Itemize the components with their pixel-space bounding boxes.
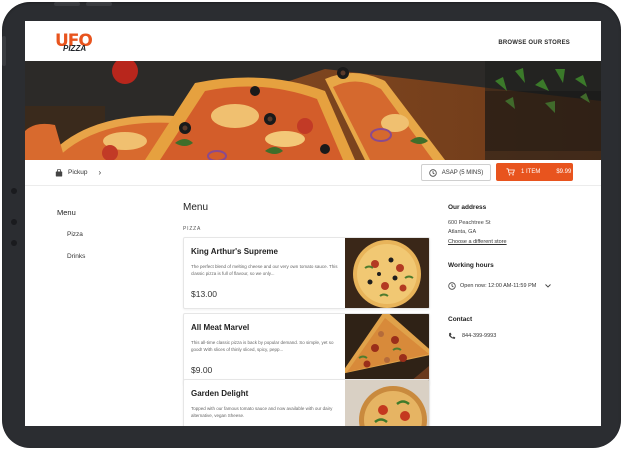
hours-text: Open now: 12:00 AM-11:59 PM (460, 283, 537, 289)
clock-icon (429, 168, 437, 177)
app-screen: UFO PIZZA BROWSE OUR STORES Pickup › ASA… (25, 21, 601, 426)
menu-item-description: This all-time classic pizza is back by p… (191, 340, 334, 352)
meat-pizza-photo (345, 314, 429, 384)
contact-title: Contact (448, 316, 473, 323)
menu-item-card[interactable]: King Arthur's Supreme The perfect blend … (183, 237, 430, 309)
menu-item-name: King Arthur's Supreme (191, 247, 278, 256)
menu-item-card[interactable]: Garden Delight Topped with our famous to… (183, 379, 430, 426)
address-line2: Atlanta, GA (448, 229, 477, 235)
pickup-label: Pickup (68, 169, 88, 176)
bag-icon (55, 168, 63, 176)
volume-button (86, 2, 112, 6)
garden-pizza-photo (345, 380, 429, 426)
cart-button[interactable]: 1 ITEM $9.99 (496, 163, 573, 181)
menu-item-description: The perfect blend of melting cheese and … (191, 264, 338, 276)
power-button (2, 36, 6, 66)
clock-icon (448, 282, 456, 290)
supreme-pizza-photo (345, 238, 429, 308)
hours-dropdown[interactable]: Open now: 12:00 AM-11:59 PM (448, 282, 552, 290)
sidebar-item-drinks[interactable]: Drinks (67, 253, 85, 260)
pickup-selector[interactable]: Pickup › (55, 168, 101, 177)
menu-item-name: All Meat Marvel (191, 323, 250, 332)
cart-icon (506, 168, 515, 176)
sensor-icon (11, 240, 17, 246)
menu-item-price: $13.00 (191, 289, 217, 299)
menu-item-name: Garden Delight (191, 389, 249, 398)
change-store-link[interactable]: Choose a different store (448, 239, 507, 245)
menu-item-description: Topped with our famous tomato sauce and … (191, 406, 333, 418)
category-label: PIZZA (183, 226, 202, 232)
category-sidebar: Menu Pizza Drinks (57, 208, 85, 260)
phone-icon (449, 332, 456, 339)
menu-heading: Menu (183, 202, 209, 213)
asap-label: ASAP (5 MINS) (441, 169, 484, 176)
chevron-right-icon: › (98, 168, 102, 177)
browse-stores-link[interactable]: BROWSE OUR STORES (498, 40, 570, 46)
hours-title: Working hours (448, 262, 494, 269)
order-bar: Pickup › ASAP (5 MINS) 1 ITEM $9.99 (25, 160, 601, 186)
camera-icon (11, 188, 17, 194)
menu-item-price: $9.00 (191, 365, 213, 375)
sidebar-item-pizza[interactable]: Pizza (67, 231, 83, 238)
asap-time-button[interactable]: ASAP (5 MINS) (421, 164, 491, 181)
pizza-image (345, 238, 429, 308)
address-line1: 600 Peachtree St (448, 220, 491, 226)
cart-total: $9.99 (556, 169, 572, 175)
phone-link[interactable]: 844-399-9993 (448, 332, 496, 340)
cart-item-count: 1 ITEM (521, 169, 541, 175)
top-header: UFO PIZZA BROWSE OUR STORES (25, 21, 601, 61)
pizza-image (345, 314, 429, 384)
logo-subtext: PIZZA (63, 44, 87, 53)
pizza-hero-image (25, 61, 601, 160)
sidebar-title: Menu (57, 208, 76, 217)
address-title: Our address (448, 204, 487, 211)
phone-number: 844-399-9993 (462, 333, 497, 339)
volume-button (54, 2, 80, 6)
main-content: Menu Pizza Drinks Menu PIZZA King Arthur… (25, 186, 601, 426)
menu-item-card[interactable]: All Meat Marvel This all-time classic pi… (183, 313, 430, 385)
brand-logo[interactable]: UFO PIZZA (55, 31, 93, 55)
pizza-image (345, 380, 429, 426)
chevron-down-icon (545, 284, 552, 288)
sensor-icon (11, 219, 17, 225)
hero-banner (25, 61, 601, 160)
